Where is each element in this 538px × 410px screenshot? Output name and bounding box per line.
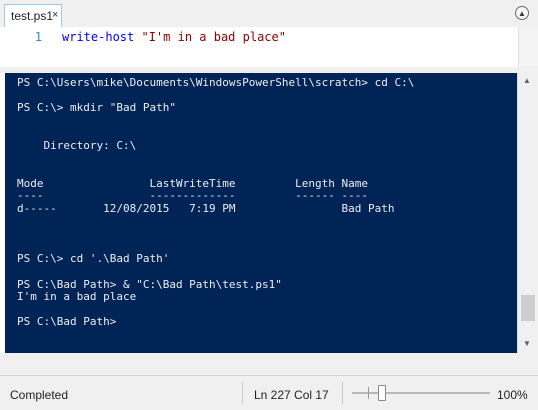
collapse-script-pane-button[interactable]: ▲ [515, 6, 529, 20]
code-command: write-host [62, 30, 135, 44]
zoom-slider-tick [368, 387, 369, 399]
status-divider [242, 382, 243, 404]
zoom-slider-thumb[interactable] [378, 385, 386, 401]
console-scrollbar[interactable]: ▲ ▼ [517, 73, 538, 353]
line-number: 1 [34, 30, 42, 44]
tab-label: test.ps1 [11, 9, 54, 23]
script-editor[interactable]: 1 write-host "I'm in a bad place" [0, 27, 538, 67]
tab-strip: test.ps1 × ▲ [0, 0, 538, 28]
line-number-gutter: 1 [0, 27, 42, 67]
console-bottom-margin [0, 353, 538, 375]
scroll-down-icon[interactable]: ▼ [523, 339, 531, 348]
code-line[interactable]: write-host "I'm in a bad place" [62, 30, 286, 44]
status-text: Completed [10, 388, 69, 402]
console-scroll-thumb[interactable] [521, 295, 535, 321]
zoom-slider-track[interactable] [352, 392, 490, 394]
scroll-up-icon[interactable]: ▲ [523, 76, 531, 85]
close-icon[interactable]: × [52, 9, 58, 21]
editor-scrollbar[interactable] [518, 27, 538, 67]
status-divider [342, 382, 343, 404]
code-string: "I'm in a bad place" [141, 30, 286, 44]
cursor-position: Ln 227 Col 17 [254, 388, 329, 402]
chevron-up-icon: ▲ [518, 8, 526, 18]
tab-test-ps1[interactable]: test.ps1 × [4, 4, 62, 27]
console-output: PS C:\Users\mike\Documents\WindowsPowerS… [17, 76, 415, 329]
console-pane[interactable]: PS C:\Users\mike\Documents\WindowsPowerS… [5, 73, 517, 353]
zoom-level: 100% [497, 388, 528, 402]
status-bar: Completed Ln 227 Col 17 100% [0, 375, 538, 410]
